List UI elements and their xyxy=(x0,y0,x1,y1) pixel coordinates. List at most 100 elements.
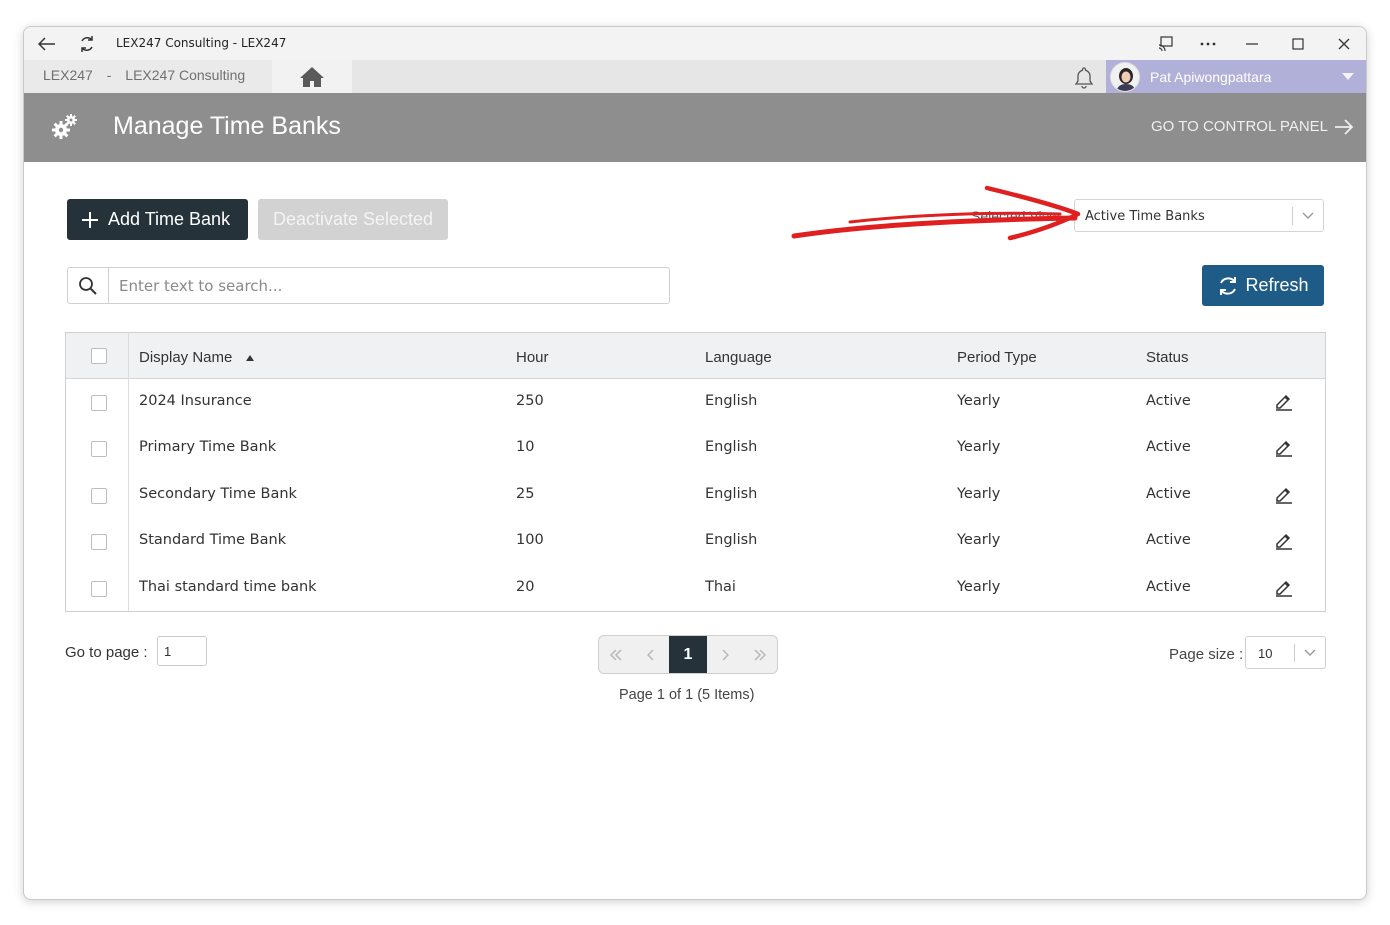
column-header-hour[interactable]: Hour xyxy=(516,349,549,366)
cell-language: English xyxy=(705,486,758,502)
pencil-icon[interactable] xyxy=(1274,437,1294,457)
gears-icon xyxy=(52,114,77,139)
cell-status: Active xyxy=(1146,393,1191,409)
column-header-status[interactable]: Status xyxy=(1146,349,1189,366)
minimize-button[interactable] xyxy=(1237,31,1267,57)
column-header-language[interactable]: Language xyxy=(705,349,772,366)
cell-period-type: Yearly xyxy=(957,532,1001,548)
double-chevron-left-icon xyxy=(609,648,622,661)
row-checkbox[interactable] xyxy=(91,534,107,550)
breadcrumb-org: LEX247 xyxy=(43,67,93,83)
more-icon[interactable] xyxy=(1193,31,1223,57)
cell-language: English xyxy=(705,532,758,548)
cell-hour: 250 xyxy=(516,393,544,409)
cell-period-type: Yearly xyxy=(957,579,1001,595)
go-to-page-input[interactable]: 1 xyxy=(157,636,207,666)
selected-view-dropdown[interactable]: Active Time Banks xyxy=(1074,199,1324,232)
cell-hour: 10 xyxy=(516,439,535,455)
avatar xyxy=(1110,62,1140,92)
pencil-icon[interactable] xyxy=(1274,391,1294,411)
pencil-icon[interactable] xyxy=(1274,530,1294,550)
time-banks-table: Display Name Hour Language Period Type S… xyxy=(65,332,1326,612)
first-page-button[interactable] xyxy=(599,636,633,673)
page-title: Manage Time Banks xyxy=(113,112,341,140)
breadcrumb-company: LEX247 Consulting xyxy=(125,67,246,83)
breadcrumb[interactable]: LEX247 - LEX247 Consulting xyxy=(24,60,272,93)
app-window: LEX247 Consulting - LEX247 LEX247 - LEX2… xyxy=(23,26,1367,900)
table-header: Display Name Hour Language Period Type S… xyxy=(66,333,1325,379)
cell-status: Active xyxy=(1146,486,1191,502)
deactivate-selected-button[interactable]: Deactivate Selected xyxy=(258,199,448,240)
row-checkbox[interactable] xyxy=(91,581,107,597)
refresh-label: Refresh xyxy=(1245,275,1309,295)
double-chevron-right-icon xyxy=(754,648,767,661)
cell-status: Active xyxy=(1146,532,1191,548)
refresh-icon[interactable] xyxy=(76,33,98,55)
column-header-period-type[interactable]: Period Type xyxy=(957,349,1037,366)
add-time-bank-label: Add Time Bank xyxy=(108,209,231,229)
chevron-down-icon xyxy=(1304,649,1316,656)
cell-language: English xyxy=(705,439,758,455)
refresh-icon xyxy=(1220,276,1237,295)
add-time-bank-button[interactable]: Add Time Bank xyxy=(67,199,248,240)
search-input[interactable] xyxy=(110,268,665,303)
cell-period-type: Yearly xyxy=(957,439,1001,455)
cell-status: Active xyxy=(1146,579,1191,595)
sort-ascending-icon xyxy=(245,355,254,361)
window-title: LEX247 Consulting - LEX247 xyxy=(116,36,287,50)
table-row[interactable]: Secondary Time Bank 25 English Yearly Ac… xyxy=(66,473,1325,519)
row-checkbox[interactable] xyxy=(91,488,107,504)
user-menu[interactable]: Pat Apiwongpattara xyxy=(1106,60,1366,93)
last-page-button[interactable] xyxy=(743,636,777,673)
table-row[interactable]: Thai standard time bank 20 Thai Yearly A… xyxy=(66,566,1325,612)
cell-display-name: 2024 Insurance xyxy=(139,393,252,409)
table-row[interactable]: Standard Time Bank 100 English Yearly Ac… xyxy=(66,519,1325,565)
plus-icon xyxy=(82,211,98,228)
cast-icon[interactable] xyxy=(1151,31,1181,57)
dropdown-divider xyxy=(1292,207,1293,225)
cell-period-type: Yearly xyxy=(957,393,1001,409)
bell-icon[interactable] xyxy=(1072,66,1096,90)
chevron-right-icon xyxy=(722,648,729,661)
column-header-display-name[interactable]: Display Name xyxy=(139,349,255,366)
selected-view-value: Active Time Banks xyxy=(1085,209,1205,224)
pencil-icon[interactable] xyxy=(1274,484,1294,504)
close-button[interactable] xyxy=(1329,31,1359,57)
app-bar: LEX247 - LEX247 Consulting Pat Apiwongpa… xyxy=(24,60,1366,93)
arrow-right-icon xyxy=(1335,118,1354,135)
cell-language: English xyxy=(705,393,758,409)
user-name: Pat Apiwongpattara xyxy=(1150,69,1272,85)
cell-language: Thai xyxy=(705,579,736,595)
previous-page-button[interactable] xyxy=(634,636,668,673)
selected-view-label: Selected View xyxy=(971,208,1060,224)
dropdown-divider xyxy=(1294,644,1295,662)
pencil-icon[interactable] xyxy=(1274,577,1294,597)
table-row[interactable]: Primary Time Bank 10 English Yearly Acti… xyxy=(66,426,1325,472)
row-checkbox[interactable] xyxy=(91,395,107,411)
cell-hour: 25 xyxy=(516,486,535,502)
page-size-value: 10 xyxy=(1258,646,1273,661)
select-all-checkbox[interactable] xyxy=(91,348,107,364)
cell-status: Active xyxy=(1146,439,1191,455)
page-info: Page 1 of 1 (5 Items) xyxy=(619,687,755,703)
cell-period-type: Yearly xyxy=(957,486,1001,502)
home-button[interactable] xyxy=(272,60,352,93)
back-arrow-icon[interactable] xyxy=(36,33,58,55)
page-size-dropdown[interactable]: 10 xyxy=(1245,636,1326,669)
chevron-down-icon xyxy=(1302,212,1314,219)
maximize-button[interactable] xyxy=(1283,31,1313,57)
next-page-button[interactable] xyxy=(708,636,742,673)
table-row[interactable]: 2024 Insurance 250 English Yearly Active xyxy=(66,380,1325,426)
page-button-current[interactable]: 1 xyxy=(669,636,707,673)
go-to-label: GO TO CONTROL PANEL xyxy=(1151,118,1328,135)
home-icon xyxy=(300,66,324,87)
go-to-control-panel-link[interactable]: GO TO CONTROL PANEL xyxy=(1151,118,1354,135)
breadcrumb-separator: - xyxy=(106,67,112,83)
chevron-left-icon xyxy=(647,648,654,661)
search-box xyxy=(67,267,670,304)
row-checkbox[interactable] xyxy=(91,441,107,457)
refresh-button[interactable]: Refresh xyxy=(1202,265,1324,306)
page-size-label: Page size : xyxy=(1169,646,1244,663)
cell-hour: 100 xyxy=(516,532,544,548)
chevron-down-icon xyxy=(1342,73,1354,80)
